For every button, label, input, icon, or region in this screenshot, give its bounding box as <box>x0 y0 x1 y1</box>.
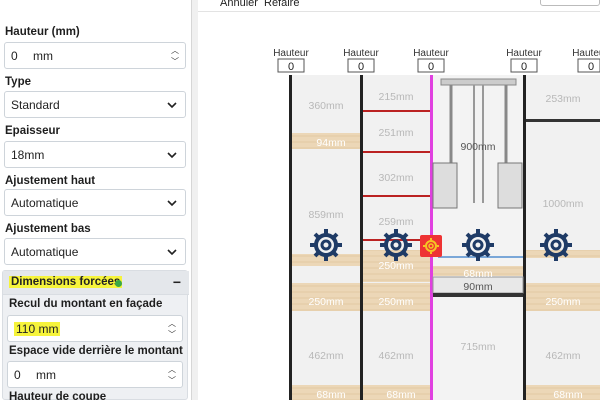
setback-value: 110 mm <box>14 322 61 336</box>
forced-dimensions-title: Dimensions forcées <box>9 276 123 288</box>
status-dot-icon <box>115 280 122 287</box>
height-unit: mm <box>33 49 53 63</box>
svg-text:859mm: 859mm <box>308 209 343 221</box>
top-adjust-value: Automatique <box>11 196 79 210</box>
svg-text:Hauteur: Hauteur <box>273 48 309 59</box>
setback-stepper[interactable]: ︿ ﹀ <box>168 318 176 340</box>
height-value: 0 <box>11 49 18 63</box>
shelf[interactable] <box>363 151 430 153</box>
chevron-down-icon <box>167 249 177 256</box>
svg-text:259mm: 259mm <box>378 216 413 228</box>
column-header[interactable]: Hauteur 0 <box>506 48 542 73</box>
svg-text:462mm: 462mm <box>378 350 413 362</box>
height-stepper[interactable]: ︿ ﹀ <box>171 45 179 67</box>
cut-height-label: Hauteur de coupe <box>9 391 107 400</box>
svg-text:253mm: 253mm <box>545 93 580 105</box>
svg-text:0: 0 <box>358 61 364 73</box>
column-header[interactable]: Hauteur 0 <box>572 48 600 73</box>
svg-text:251mm: 251mm <box>378 127 413 139</box>
lift-arm[interactable] <box>497 162 523 209</box>
properties-panel: Hauteur (mm) 0 mm ︿ ﹀ Type Standard Epais… <box>0 0 192 400</box>
upright[interactable] <box>289 75 292 400</box>
upright[interactable] <box>360 75 363 400</box>
column-header[interactable]: Hauteur 0 <box>413 48 449 73</box>
upright[interactable] <box>523 75 526 400</box>
shelf[interactable] <box>526 119 600 122</box>
thickness-select[interactable]: 18mm <box>4 141 186 168</box>
rear-space-unit: mm <box>36 368 56 382</box>
top-adjust-select[interactable]: Automatique <box>4 189 186 216</box>
svg-text:0: 0 <box>288 61 294 73</box>
wardrobe-canvas[interactable]: Hauteur 0 Hauteur 0 Hauteur 0 Hauteur 0 … <box>198 13 600 400</box>
svg-text:68mm: 68mm <box>463 268 492 280</box>
svg-text:Hauteur: Hauteur <box>572 48 600 59</box>
thickness-value: 18mm <box>11 148 45 162</box>
svg-text:68mm: 68mm <box>386 389 415 400</box>
svg-text:94mm: 94mm <box>316 137 345 149</box>
type-value: Standard <box>11 98 60 112</box>
column-header[interactable]: Hauteur 0 <box>273 48 309 73</box>
svg-text:68mm: 68mm <box>553 389 582 400</box>
svg-text:68mm: 68mm <box>316 389 345 400</box>
chevron-down-icon <box>167 152 177 159</box>
rear-space-input[interactable]: 0 mm ︿ ﹀ <box>7 361 183 388</box>
column-header[interactable]: Hauteur 0 <box>343 48 379 73</box>
svg-text:302mm: 302mm <box>378 172 413 184</box>
svg-text:Hauteur: Hauteur <box>343 48 379 59</box>
svg-text:0: 0 <box>588 61 594 73</box>
svg-text:462mm: 462mm <box>308 350 343 362</box>
shelf[interactable] <box>363 110 430 112</box>
svg-text:90mm: 90mm <box>463 281 492 293</box>
forced-dimensions-section: Dimensions forcées − Recul du montant en… <box>2 270 189 400</box>
undo-button[interactable]: Annuler <box>220 0 258 9</box>
height-label: Hauteur (mm) <box>5 26 80 38</box>
rear-space-label: Espace vide derrière le montant <box>9 345 183 357</box>
toolbar: Annuler Refaire <box>198 0 600 12</box>
svg-text:1000mm: 1000mm <box>543 198 584 210</box>
svg-text:250mm: 250mm <box>378 260 413 272</box>
wardrobe-drawing: Hauteur 0 Hauteur 0 Hauteur 0 Hauteur 0 … <box>273 48 600 400</box>
svg-text:462mm: 462mm <box>545 350 580 362</box>
svg-text:900mm: 900mm <box>460 141 495 153</box>
type-select[interactable]: Standard <box>4 91 186 118</box>
redo-button[interactable]: Refaire <box>264 0 299 9</box>
bottom-adjust-select[interactable]: Automatique <box>4 238 186 265</box>
setback-input[interactable]: 110 mm ︿ ﹀ <box>7 315 183 342</box>
chevron-down-icon <box>167 200 177 207</box>
svg-text:360mm: 360mm <box>308 100 343 112</box>
toolbar-field[interactable] <box>540 0 600 6</box>
top-adjust-label: Ajustement haut <box>5 175 96 187</box>
svg-text:215mm: 215mm <box>378 91 413 103</box>
svg-text:0: 0 <box>428 61 434 73</box>
shelf[interactable] <box>363 195 430 197</box>
rear-space-stepper[interactable]: ︿ ﹀ <box>168 364 176 386</box>
svg-text:250mm: 250mm <box>545 296 580 308</box>
svg-text:250mm: 250mm <box>378 296 413 308</box>
height-input[interactable]: 0 mm ︿ ﹀ <box>4 42 186 69</box>
bottom-adjust-value: Automatique <box>11 245 79 259</box>
chevron-down-icon <box>167 102 177 109</box>
svg-text:0: 0 <box>521 61 527 73</box>
lift-top[interactable] <box>440 78 517 86</box>
svg-text:250mm: 250mm <box>308 296 343 308</box>
svg-text:Hauteur: Hauteur <box>413 48 449 59</box>
thickness-label: Epaisseur <box>5 125 60 137</box>
forced-dimensions-header[interactable]: Dimensions forcées − <box>3 271 189 295</box>
setback-label: Recul du montant en façade <box>9 298 163 310</box>
type-label: Type <box>5 76 31 88</box>
lift-arm[interactable] <box>432 162 458 209</box>
svg-text:715mm: 715mm <box>460 341 495 353</box>
bottom-adjust-label: Ajustement bas <box>5 223 91 235</box>
rear-space-value: 0 <box>14 368 21 382</box>
collapse-icon[interactable]: − <box>173 274 181 290</box>
svg-text:Hauteur: Hauteur <box>506 48 542 59</box>
